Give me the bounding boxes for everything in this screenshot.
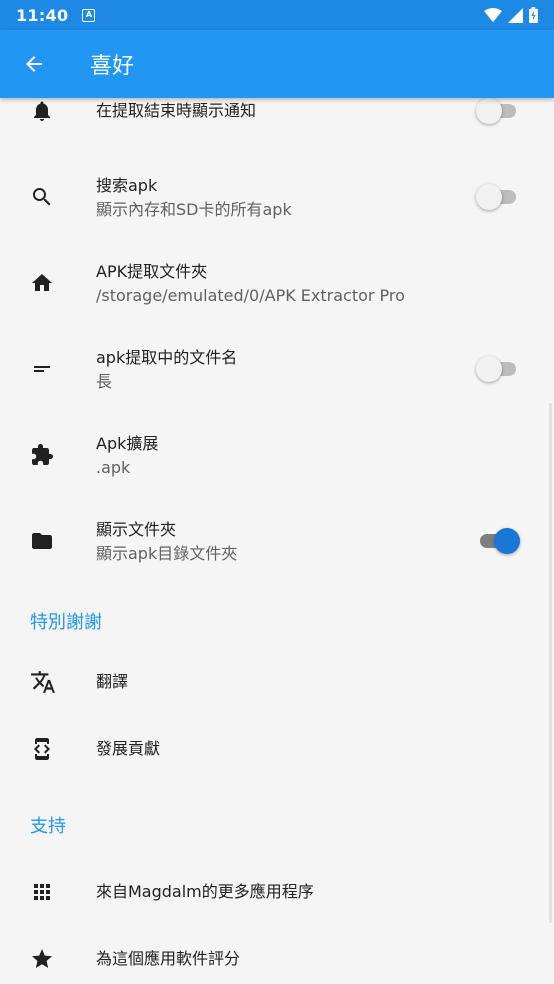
setting-search-apk[interactable]: 搜索apk 顯示內存和SD卡的所有apk <box>0 154 554 240</box>
status-bar: 11:40 A <box>0 0 554 30</box>
notification-icon <box>34 101 50 121</box>
file-name-toggle[interactable] <box>476 356 520 382</box>
item-developer-contribution[interactable]: 發展貢獻 <box>0 715 554 782</box>
item-title: 來自Magdalm的更多應用程序 <box>96 881 314 901</box>
setting-apk-extension[interactable]: Apk擴展 .apk <box>0 412 554 498</box>
show-folders-toggle[interactable] <box>476 528 520 554</box>
setting-title: Apk擴展 <box>96 433 159 453</box>
setting-summary: .apk <box>96 457 131 477</box>
search-apk-toggle[interactable] <box>476 184 520 210</box>
setting-notify-on-finish[interactable]: 在提取結束時顯示通知 <box>0 98 554 154</box>
status-time: 11:40 <box>16 5 69 25</box>
developer-mode-icon <box>34 737 50 760</box>
extension-icon <box>32 444 53 465</box>
section-header-support: 支持 <box>30 816 66 837</box>
page-title: 喜好 <box>90 54 135 79</box>
section-header-thanks: 特別謝謝 <box>30 612 102 633</box>
signal-icon <box>508 7 523 23</box>
folder-icon <box>32 533 52 549</box>
apps-grid-icon <box>34 883 50 900</box>
item-title: 發展貢獻 <box>96 738 161 758</box>
notify-toggle[interactable] <box>476 98 520 124</box>
scrollbar[interactable] <box>549 403 552 923</box>
item-rate-app[interactable]: 為這個應用軟件評分 <box>0 925 554 984</box>
back-button[interactable] <box>0 30 68 98</box>
arrow-back-icon <box>26 56 42 72</box>
search-icon <box>33 188 51 206</box>
short-text-icon <box>34 366 50 372</box>
item-more-apps[interactable]: 來自Magdalm的更多應用程序 <box>0 858 554 925</box>
setting-extract-folder[interactable]: APK提取文件夾 /storage/emulated/0/APK Extract… <box>0 240 554 326</box>
home-icon <box>32 274 52 291</box>
item-title: 為這個應用軟件評分 <box>96 948 241 968</box>
setting-show-folders[interactable]: 顯示文件夾 顯示apk目錄文件夾 <box>0 498 554 584</box>
app-bar: 喜好 <box>0 30 554 98</box>
setting-title: APK提取文件夾 <box>96 261 208 281</box>
battery-icon <box>529 7 538 23</box>
setting-summary: /storage/emulated/0/APK Extractor Pro <box>96 285 405 305</box>
preferences-list[interactable]: 在提取結束時顯示通知 搜索apk 顯示內存和SD卡的所有apk APK提取文件夾… <box>0 98 554 984</box>
setting-file-name[interactable]: apk提取中的文件名 長 <box>0 326 554 412</box>
item-translate[interactable]: 翻譯 <box>0 648 554 715</box>
wifi-icon <box>484 7 502 22</box>
star-icon <box>32 948 52 968</box>
item-title: 翻譯 <box>96 671 129 691</box>
notification-icon: A <box>82 8 96 22</box>
status-icons <box>484 7 538 23</box>
translate-icon <box>31 670 55 693</box>
